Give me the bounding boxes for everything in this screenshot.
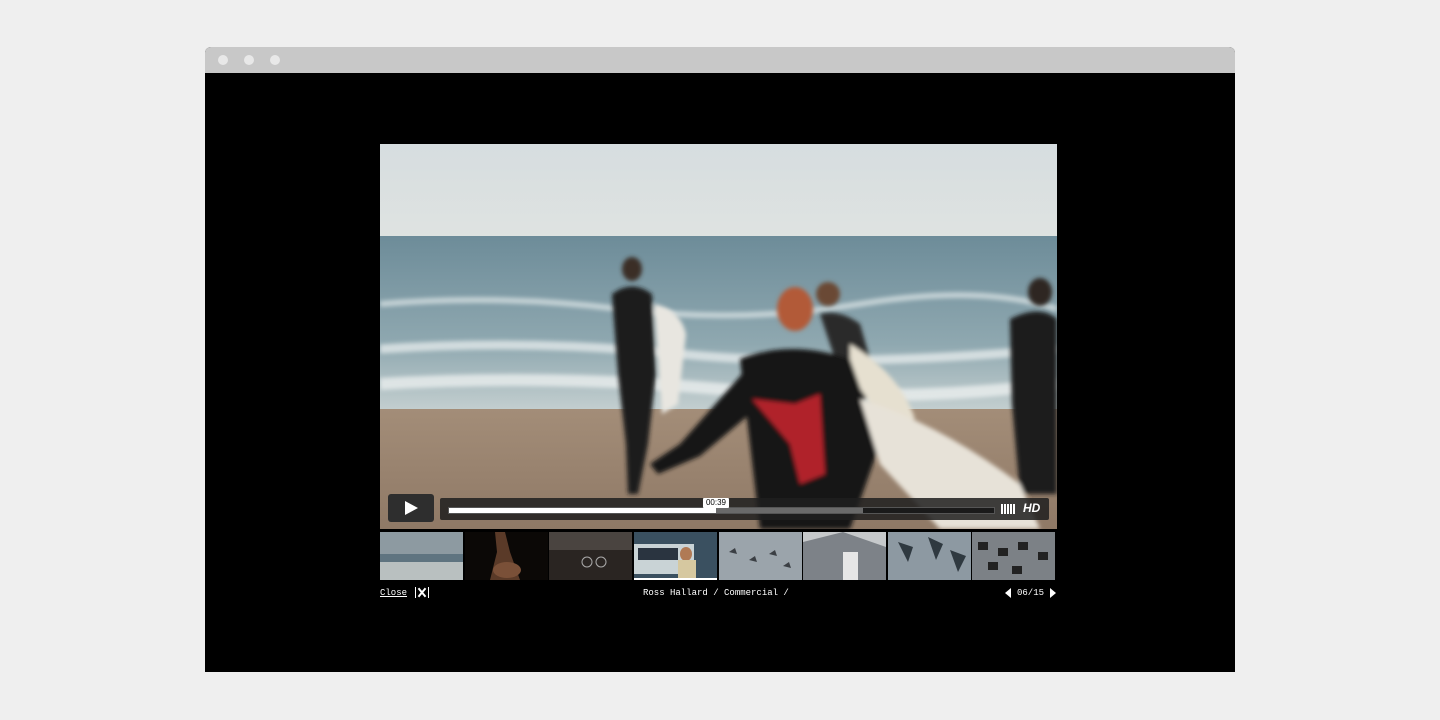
previous-arrow-icon[interactable] bbox=[1005, 588, 1011, 598]
video-frame-image bbox=[380, 144, 1057, 529]
thumb-dancer[interactable] bbox=[465, 532, 548, 580]
video-caption: Ross Hallard / Commercial / bbox=[643, 588, 789, 598]
thumb-birds[interactable] bbox=[719, 532, 802, 580]
play-button[interactable] bbox=[388, 494, 434, 522]
window-titlebar bbox=[205, 47, 1235, 73]
browser-window: 00:39 HD Close Ross Hallard / Commercial… bbox=[205, 47, 1235, 672]
next-arrow-icon[interactable] bbox=[1050, 588, 1056, 598]
thumb-robot-arms[interactable] bbox=[888, 532, 971, 580]
window-minimize-dot[interactable] bbox=[244, 55, 254, 65]
volume-icon[interactable] bbox=[1001, 504, 1019, 514]
thumbnail-strip bbox=[380, 532, 1057, 584]
thumb-cyclist[interactable] bbox=[549, 532, 632, 580]
progress-played bbox=[449, 508, 716, 513]
hd-toggle[interactable]: HD bbox=[1023, 501, 1040, 515]
progress-bar[interactable]: 00:39 bbox=[448, 498, 995, 514]
thumb-beach-shore[interactable] bbox=[380, 532, 463, 580]
video-player[interactable]: 00:39 HD bbox=[380, 144, 1057, 529]
window-close-dot[interactable] bbox=[218, 55, 228, 65]
close-link[interactable]: Close bbox=[380, 588, 407, 598]
time-tooltip: 00:39 bbox=[702, 498, 730, 508]
close-icon[interactable] bbox=[415, 587, 429, 598]
item-counter: 06/15 bbox=[1017, 588, 1045, 598]
thumb-machines[interactable] bbox=[972, 532, 1055, 580]
play-icon bbox=[405, 501, 418, 515]
video-controls: 00:39 HD bbox=[440, 498, 1049, 520]
thumb-surfers-van[interactable] bbox=[634, 532, 717, 580]
window-maximize-dot[interactable] bbox=[270, 55, 280, 65]
thumb-building[interactable] bbox=[803, 532, 886, 580]
